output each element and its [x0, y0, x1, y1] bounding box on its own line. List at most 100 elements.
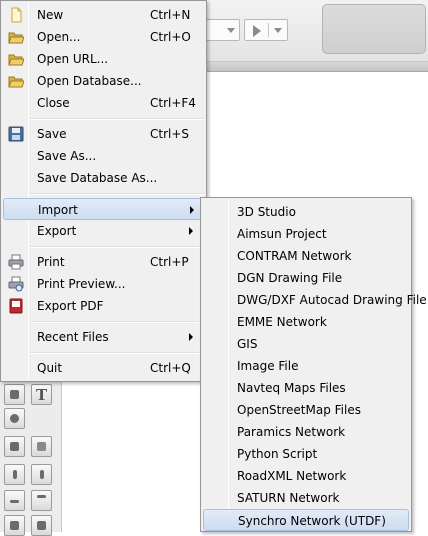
- import-submenu: 3D Studio Aimsun Project CONTRAM Network…: [200, 197, 427, 532]
- menu-item-label: New: [37, 8, 64, 22]
- menu-item-label: Synchro Network (UTDF): [238, 514, 386, 528]
- menu-item-shortcut: Ctrl+P: [150, 255, 189, 269]
- menu-item-label: Save: [37, 127, 67, 141]
- menu-item-save-as[interactable]: Save As...: [3, 145, 204, 167]
- file-menu: New Ctrl+N Open... Ctrl+O Open URL... Op…: [0, 0, 207, 382]
- import-item-gis[interactable]: GIS: [203, 333, 409, 355]
- menu-item-label: Save Database As...: [37, 171, 158, 185]
- menu-item-label: Import: [38, 203, 78, 217]
- menu-item-import[interactable]: Import: [3, 198, 204, 220]
- menu-item-open-database[interactable]: Open Database...: [3, 70, 204, 92]
- menu-item-export-pdf[interactable]: Export PDF: [3, 295, 204, 317]
- menu-item-label: GIS: [237, 337, 258, 351]
- import-item-python-script[interactable]: Python Script: [203, 443, 409, 465]
- import-item-3d-studio[interactable]: 3D Studio: [203, 201, 409, 223]
- menu-item-open[interactable]: Open... Ctrl+O: [3, 26, 204, 48]
- menu-item-label: Close: [37, 96, 70, 110]
- menu-item-label: DWG/DXF Autocad Drawing File: [237, 293, 427, 307]
- menu-item-quit[interactable]: Quit Ctrl+Q: [3, 357, 204, 379]
- printer-icon: [8, 254, 24, 270]
- signal-tool-icon[interactable]: [31, 464, 52, 485]
- menu-item-label: 3D Studio: [237, 205, 296, 219]
- chevron-down-icon: [274, 28, 282, 33]
- open-folder-icon: [8, 54, 24, 66]
- import-item-image-file[interactable]: Image File: [203, 355, 409, 377]
- import-item-dwg-dxf-autocad[interactable]: DWG/DXF Autocad Drawing File: [203, 289, 427, 311]
- menu-item-recent-files[interactable]: Recent Files: [3, 326, 204, 348]
- play-icon: [253, 25, 261, 37]
- menu-item-label: RoadXML Network: [237, 469, 347, 483]
- submenu-arrow-icon: [189, 227, 193, 235]
- menu-item-label: DGN Drawing File: [237, 271, 343, 285]
- menu-item-close[interactable]: Close Ctrl+F4: [3, 92, 204, 114]
- menu-item-shortcut: Ctrl+F4: [150, 96, 196, 110]
- barrier-tool-icon[interactable]: [31, 490, 52, 511]
- curve-tool-icon[interactable]: [4, 490, 25, 511]
- menu-item-open-url[interactable]: Open URL...: [3, 48, 204, 70]
- menu-item-label: SATURN Network: [237, 491, 340, 505]
- chevron-down-icon: [227, 28, 235, 33]
- menu-item-label: Print Preview...: [37, 277, 126, 291]
- menu-item-label: Aimsun Project: [237, 227, 327, 241]
- menu-item-shortcut: Ctrl+O: [150, 30, 191, 44]
- print-preview-icon: [8, 276, 24, 292]
- import-item-synchro-network[interactable]: Synchro Network (UTDF): [203, 509, 409, 531]
- import-item-roadxml-network[interactable]: RoadXML Network: [203, 465, 409, 487]
- play-button[interactable]: [244, 19, 288, 41]
- open-folder-icon: [8, 32, 24, 44]
- import-item-emme-network[interactable]: EMME Network: [203, 311, 409, 333]
- menu-item-label: Navteq Maps Files: [237, 381, 346, 395]
- toolbar-panel-button[interactable]: [322, 4, 426, 54]
- import-item-navteq-maps[interactable]: Navteq Maps Files: [203, 377, 409, 399]
- tool-palette: T: [0, 380, 62, 536]
- menu-separator: [30, 193, 205, 195]
- menu-item-label: CONTRAM Network: [237, 249, 352, 263]
- menu-item-save-database-as[interactable]: Save Database As...: [3, 167, 204, 189]
- menu-item-label: Open...: [37, 30, 81, 44]
- menu-item-label: Open Database...: [37, 74, 142, 88]
- shape-tool-icon[interactable]: [4, 384, 25, 405]
- svg-text:T: T: [36, 386, 48, 404]
- submenu-arrow-icon: [189, 333, 193, 341]
- menu-item-label: OpenStreetMap Files: [237, 403, 361, 417]
- menu-item-label: Python Script: [237, 447, 318, 461]
- circle-tool-icon[interactable]: [4, 408, 25, 429]
- menu-item-label: Quit: [37, 361, 63, 375]
- node-tool-icon[interactable]: [31, 436, 52, 457]
- menu-item-label: Paramics Network: [237, 425, 346, 439]
- new-file-icon: [11, 7, 22, 23]
- document-tab-strip: [205, 62, 428, 72]
- open-folder-icon: [8, 76, 24, 88]
- menu-item-label: EMME Network: [237, 315, 327, 329]
- import-item-aimsun-project[interactable]: Aimsun Project: [203, 223, 409, 245]
- import-item-saturn-network[interactable]: SATURN Network: [203, 487, 409, 509]
- menu-item-shortcut: Ctrl+S: [150, 127, 190, 141]
- import-item-openstreetmap[interactable]: OpenStreetMap Files: [203, 399, 409, 421]
- menu-item-print-preview[interactable]: Print Preview...: [3, 273, 204, 295]
- pedestrian-tool-icon[interactable]: [31, 515, 52, 536]
- menu-item-export[interactable]: Export: [3, 220, 204, 242]
- submenu-arrow-icon: [190, 206, 194, 214]
- menu-item-label: Export: [37, 224, 77, 238]
- menu-item-label: Image File: [237, 359, 299, 373]
- menu-item-print[interactable]: Print Ctrl+P: [3, 251, 204, 273]
- hourglass-tool-icon[interactable]: [4, 515, 25, 536]
- menu-item-shortcut: Ctrl+N: [150, 8, 191, 22]
- menu-item-new[interactable]: New Ctrl+N: [3, 4, 204, 26]
- menu-separator: [30, 246, 205, 248]
- import-item-contram-network[interactable]: CONTRAM Network: [203, 245, 409, 267]
- menu-separator: [30, 118, 205, 120]
- polygon-tool-icon[interactable]: [4, 436, 25, 457]
- menu-item-shortcut: Ctrl+Q: [150, 361, 191, 375]
- import-item-paramics-network[interactable]: Paramics Network: [203, 421, 409, 443]
- menu-item-label: Print: [37, 255, 65, 269]
- menu-separator: [30, 321, 205, 323]
- pdf-icon: [9, 298, 23, 314]
- menu-item-save[interactable]: Save Ctrl+S: [3, 123, 204, 145]
- menu-item-label: Open URL...: [37, 52, 109, 66]
- import-item-dgn-drawing-file[interactable]: DGN Drawing File: [203, 267, 409, 289]
- detector-tool-icon[interactable]: [4, 464, 25, 485]
- menu-item-label: Recent Files: [37, 330, 109, 344]
- menu-separator: [30, 352, 205, 354]
- text-tool-icon[interactable]: T: [31, 384, 52, 405]
